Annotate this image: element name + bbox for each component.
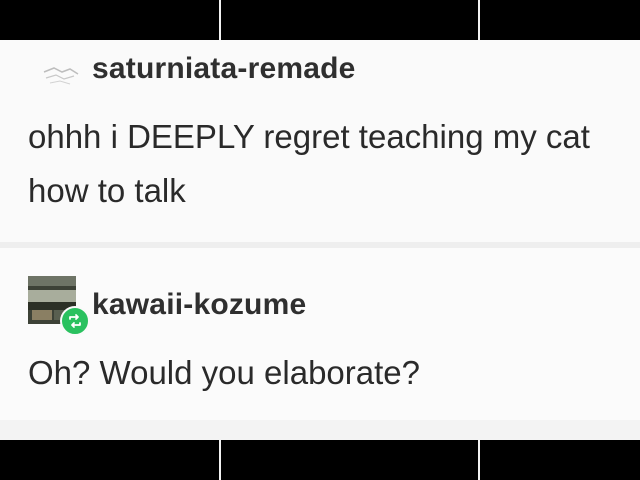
post-thread: saturniata-remade ohhh i DEEPLY regret t… (0, 40, 640, 440)
post-text: Oh? Would you elaborate? (28, 354, 420, 391)
bar-divider (478, 0, 480, 40)
username-link[interactable]: kawaii-kozume (92, 288, 306, 322)
card-footer-strip (0, 420, 640, 440)
reblog-icon (60, 306, 90, 336)
post-text: ohhh i DEEPLY regret teaching my cat how… (28, 118, 590, 209)
original-post: saturniata-remade ohhh i DEEPLY regret t… (0, 40, 640, 242)
top-black-bar (0, 0, 640, 40)
bar-divider (478, 440, 480, 480)
username-link[interactable]: saturniata-remade (92, 52, 356, 86)
bottom-black-bar (0, 440, 640, 480)
default-avatar-icon[interactable] (40, 62, 80, 88)
bar-divider (219, 0, 221, 40)
reply-post: kawaii-kozume Oh? Would you elaborate? (0, 248, 640, 420)
bar-divider (219, 440, 221, 480)
